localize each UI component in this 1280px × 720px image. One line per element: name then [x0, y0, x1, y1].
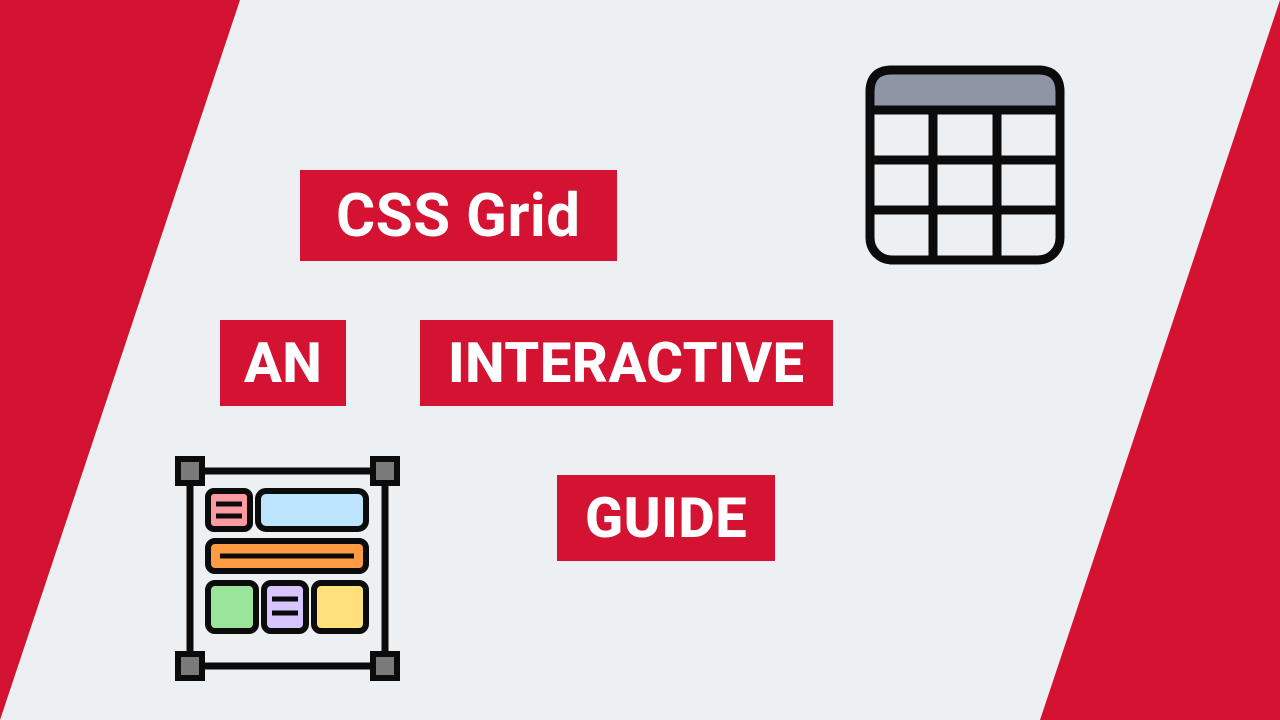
layout-artboard-icon	[170, 451, 405, 690]
title-line-2b: INTERACTIVE	[420, 320, 833, 406]
title-line-1: CSS Grid	[300, 170, 617, 261]
title-line-2a: AN	[220, 320, 346, 406]
title-line-3: GUIDE	[557, 475, 775, 561]
grid-table-icon	[860, 60, 1070, 274]
accent-triangle-right	[1040, 0, 1280, 720]
